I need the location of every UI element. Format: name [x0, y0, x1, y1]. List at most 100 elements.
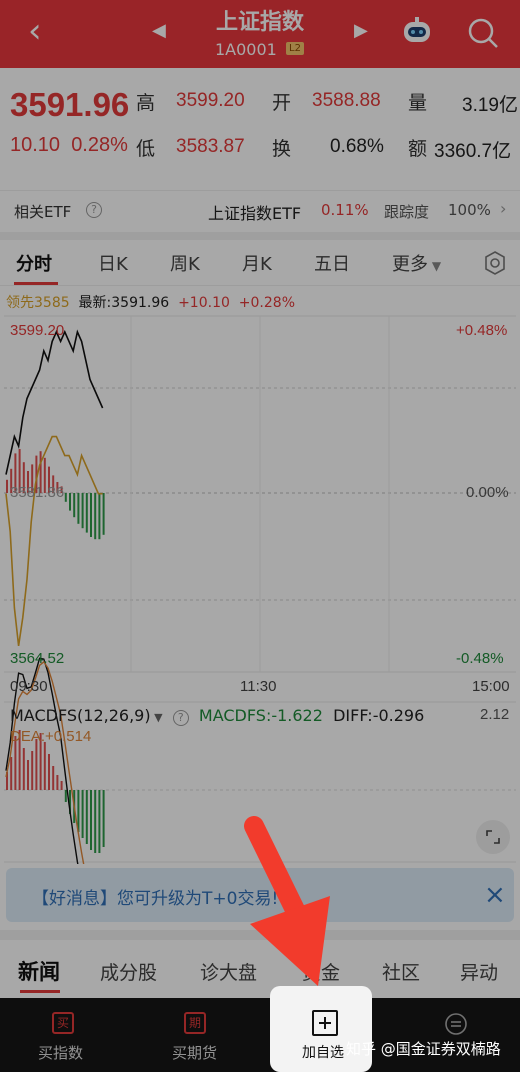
volume-bar: [73, 493, 76, 518]
help-icon[interactable]: ?: [172, 710, 189, 726]
low-value: 3583.87: [176, 136, 245, 157]
volume-bar: [81, 493, 84, 529]
promo-banner[interactable]: 【好消息】您可升级为T+0交易! ×: [6, 868, 514, 922]
buy-futures-button[interactable]: 期 买期货: [164, 998, 234, 1072]
next-stock-icon[interactable]: ▶: [354, 20, 368, 41]
tab-daily-k[interactable]: 日K: [98, 250, 128, 276]
tracking-value: 100%: [448, 201, 491, 219]
etf-name: 上证指数ETF: [208, 204, 302, 223]
macd-scale: 2.12: [480, 706, 510, 723]
tab-weekly-k[interactable]: 周K: [170, 250, 200, 276]
buy-futures-label: 买期货: [172, 1044, 218, 1062]
macd-bar: [27, 760, 29, 790]
related-etf-label: 相关ETF: [14, 203, 72, 221]
tab-funds[interactable]: 资金: [302, 958, 340, 985]
intraday-info: 领先3585 最新:3591.96 +10.10 +0.28%: [6, 292, 295, 312]
low-label: 低: [136, 138, 156, 160]
tab-monthly-k[interactable]: 月K: [242, 250, 272, 276]
macd-bar: [102, 790, 105, 847]
macd-bar: [85, 790, 88, 844]
level2-badge: L2: [286, 42, 304, 55]
tab-news[interactable]: 新闻: [18, 956, 60, 986]
lead-value: 领先3585: [6, 295, 70, 311]
volume-bar: [77, 493, 80, 524]
volume-bar: [102, 493, 105, 535]
time-start: 09:30: [10, 678, 48, 695]
volume-bar: [85, 493, 88, 533]
menu-button[interactable]: [432, 998, 486, 1072]
active-tab-indicator: [14, 282, 58, 285]
fullscreen-icon[interactable]: [476, 820, 510, 854]
macd-bar: [52, 766, 55, 790]
tab-more[interactable]: 更多 ▼: [392, 250, 441, 276]
pct-axis-mid: 0.00%: [466, 484, 509, 501]
tab-community[interactable]: 社区: [382, 958, 420, 985]
change-value: +10.10: [178, 295, 230, 311]
tab-intraday[interactable]: 分时: [16, 250, 52, 276]
quote-panel: 3591.96 10.10 0.28% 高 3599.20 开 3588.88 …: [0, 68, 520, 178]
help-icon[interactable]: ?: [86, 202, 102, 218]
app-screen: ‹ ◀ 上证指数 1A0001 L2 ▶ 3591.96 10.10 0.28%…: [0, 0, 520, 1072]
pct-axis-top: +0.48%: [456, 322, 508, 339]
banner-text: 【好消息】您可升级为T+0交易!: [32, 889, 279, 909]
macd-bar: [35, 739, 38, 790]
macd-bar: [10, 757, 13, 790]
macd-bar: [22, 748, 25, 790]
tab-diagnosis[interactable]: 诊大盘: [200, 958, 257, 985]
chevron-down-icon[interactable]: ▼: [151, 711, 162, 724]
intraday-chart[interactable]: [0, 312, 520, 864]
macd-indicator-row: MACDFS(12,26,9) ▼ ? MACDFS:-1.622 DIFF:-…: [10, 706, 424, 726]
menu-icon: [445, 1013, 467, 1035]
open-label: 开: [272, 92, 292, 114]
header: ‹ ◀ 上证指数 1A0001 L2 ▶: [0, 0, 520, 68]
macdfs-value: MACDFS:-1.622: [198, 706, 323, 725]
tracking-label: 跟踪度: [384, 203, 430, 221]
etf-change: 0.11%: [321, 201, 369, 219]
tab-five-day[interactable]: 五日: [314, 250, 350, 276]
add-watchlist-label: 加自选: [302, 1045, 344, 1061]
news-tabs: 新闻 成分股 诊大盘 资金 社区 异动: [0, 940, 520, 998]
macd-bar: [60, 781, 63, 790]
volume-bar: [64, 493, 67, 502]
volume-bar: [90, 493, 92, 537]
amount-value: 3360.7亿: [434, 141, 512, 162]
tab-constituents[interactable]: 成分股: [100, 958, 157, 985]
price-axis-bottom: 3564.52: [10, 650, 65, 667]
turnover-label: 换: [272, 138, 292, 160]
chevron-right-icon: ›: [500, 199, 507, 218]
add-icon: [312, 1010, 338, 1036]
volume-bar: [69, 493, 71, 511]
high-label: 高: [136, 92, 156, 114]
macd-bar: [56, 775, 59, 790]
volume-label: 量: [408, 92, 428, 114]
price-change: 10.10 0.28%: [10, 134, 128, 156]
volume-value: 3.19亿: [462, 95, 518, 116]
tab-unusual[interactable]: 异动: [460, 958, 498, 985]
close-icon[interactable]: ×: [484, 880, 506, 910]
high-value: 3599.20: [176, 90, 245, 111]
macd-bar: [90, 790, 92, 850]
buy-index-button[interactable]: 买 买指数: [30, 998, 100, 1072]
chart-tabs: 分时 日K 周K 月K 五日 更多 ▼: [0, 240, 520, 286]
volume-bar: [6, 479, 8, 493]
price-axis-top: 3599.20: [10, 322, 65, 339]
divider: [0, 232, 520, 240]
volume-bar: [94, 493, 97, 540]
dea-value: DEA:+0.514: [10, 728, 92, 745]
volume-bar: [98, 493, 101, 540]
macd-bar: [94, 790, 97, 853]
change-pct-value: +0.28%: [238, 295, 296, 311]
macd-bar: [81, 790, 84, 838]
buy-index-label: 买指数: [38, 1044, 84, 1062]
divider: [0, 930, 520, 940]
settings-icon[interactable]: [482, 250, 508, 276]
buy-icon: 买: [52, 1012, 74, 1034]
search-icon[interactable]: [466, 16, 500, 50]
futures-icon: 期: [184, 1012, 206, 1034]
macd-selector[interactable]: MACDFS(12,26,9): [10, 706, 151, 725]
active-tab-indicator: [20, 990, 60, 993]
time-end: 15:00: [472, 678, 510, 695]
related-etf-row[interactable]: 相关ETF ? 上证指数ETF 0.11% 跟踪度 100% ›: [0, 190, 520, 230]
robot-assistant-icon[interactable]: [400, 16, 434, 46]
bottom-action-bar: 买 买指数 期 买期货: [0, 998, 520, 1072]
